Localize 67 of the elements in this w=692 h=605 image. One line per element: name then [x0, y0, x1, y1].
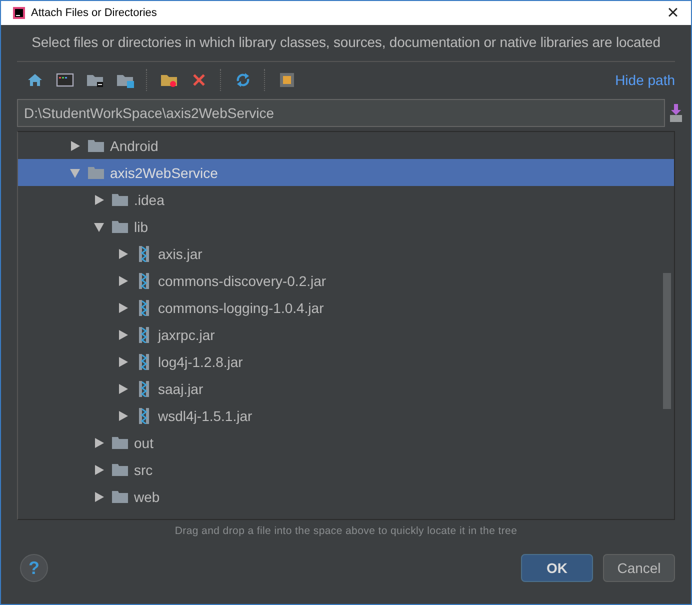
- tree-item-label: log4j-1.2.8.jar: [158, 354, 243, 370]
- expand-arrow-icon[interactable]: [94, 492, 104, 502]
- tree-item-label: jaxrpc.jar: [158, 326, 215, 342]
- tree-item[interactable]: axis.jar: [18, 240, 674, 267]
- hide-path-link[interactable]: Hide path: [615, 72, 675, 88]
- tree-item-label: axis.jar: [158, 246, 202, 262]
- jar-icon: [138, 408, 150, 424]
- tree-item-label: wsdl4j-1.5.1.jar: [158, 408, 252, 424]
- expand-arrow-icon[interactable]: [118, 302, 128, 312]
- expand-arrow-icon[interactable]: [70, 168, 80, 178]
- expand-arrow-icon[interactable]: [94, 464, 104, 474]
- tree-item-label: out: [134, 434, 154, 450]
- tree-item-label: saaj.jar: [158, 380, 204, 396]
- tree-item-label: commons-logging-1.0.4.jar: [158, 300, 324, 316]
- expand-arrow-icon[interactable]: [70, 140, 80, 150]
- expand-arrow-icon[interactable]: [94, 438, 104, 448]
- expand-arrow-icon[interactable]: [118, 410, 128, 420]
- tree-item[interactable]: commons-logging-1.0.4.jar: [18, 294, 674, 321]
- tree-item[interactable]: commons-discovery-0.2.jar: [18, 267, 674, 294]
- tree-item-label: axis2WebService: [110, 164, 218, 180]
- folder-icon: [88, 166, 104, 180]
- folder-icon: [112, 220, 128, 234]
- tree-item-label: lib: [134, 218, 148, 234]
- tree-item[interactable]: Android: [18, 132, 674, 159]
- tree-item[interactable]: jaxrpc.jar: [18, 321, 674, 348]
- folder-icon: [88, 138, 104, 152]
- tree-item-label: Android: [110, 138, 158, 154]
- tree-item[interactable]: web: [18, 483, 674, 510]
- expand-arrow-icon[interactable]: [118, 248, 128, 258]
- jar-icon: [138, 272, 150, 288]
- folder-icon: [112, 192, 128, 206]
- folder-icon: [112, 462, 128, 476]
- cancel-button[interactable]: Cancel: [603, 554, 675, 582]
- expand-arrow-icon[interactable]: [118, 276, 128, 286]
- ok-button[interactable]: OK: [521, 554, 593, 582]
- expand-arrow-icon[interactable]: [118, 356, 128, 366]
- close-button[interactable]: ×: [655, 1, 691, 25]
- path-field[interactable]: D:\StudentWorkSpace\axis2WebService: [17, 99, 665, 127]
- expand-arrow-icon[interactable]: [118, 330, 128, 340]
- tree-item[interactable]: lib: [18, 213, 674, 240]
- tree-item[interactable]: .idea: [18, 186, 674, 213]
- tree-item[interactable]: src: [18, 456, 674, 483]
- tree-item-label: commons-discovery-0.2.jar: [158, 272, 326, 288]
- jar-icon: [138, 354, 150, 370]
- jar-icon: [138, 326, 150, 342]
- tree-item-label: .idea: [134, 192, 164, 208]
- hint-text: Drag and drop a file into the space above to quickly locate it in the tree: [174, 525, 518, 537]
- tree-item-label: web: [134, 488, 160, 504]
- tree-item[interactable]: wsdl4j-1.5.1.jar: [18, 402, 674, 429]
- tree-item[interactable]: axis2WebService: [18, 159, 674, 186]
- expand-arrow-icon[interactable]: [118, 384, 128, 394]
- expand-arrow-icon[interactable]: [94, 222, 104, 232]
- tree-item[interactable]: log4j-1.2.8.jar: [18, 348, 674, 375]
- window-title: Attach Files or Directories: [31, 7, 157, 19]
- jar-icon: [138, 300, 150, 316]
- description-text: Select files or directories in which library classes, sources, documentation or native libraries are located: [30, 34, 662, 50]
- jar-icon: [138, 380, 150, 396]
- tree-item[interactable]: out: [18, 429, 674, 456]
- tree-item-label: src: [134, 462, 153, 478]
- folder-icon: [112, 490, 128, 504]
- jar-icon: [138, 246, 150, 262]
- tree-item[interactable]: saaj.jar: [18, 375, 674, 402]
- expand-arrow-icon[interactable]: [94, 194, 104, 204]
- download-icon[interactable]: [669, 103, 683, 123]
- folder-icon: [112, 436, 128, 450]
- scrollbar[interactable]: [663, 273, 671, 409]
- app-icon: [13, 7, 25, 19]
